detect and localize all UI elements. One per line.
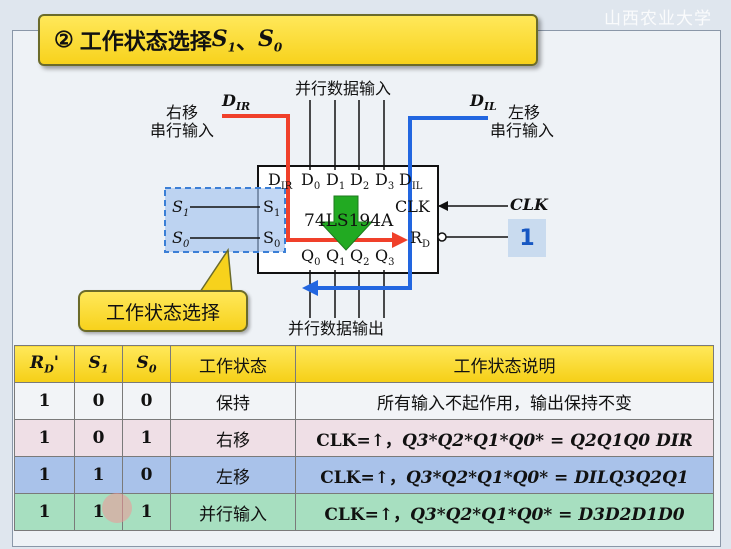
pin-clk: CLK [395,197,430,216]
cell-desc: CLK=↑，Q3*Q2*Q1*Q0* = D3D2D1D0 [295,493,714,531]
slide: 山西农业大学 ② 工作状态选择 S1 、 S0 并行数据输入 并行数据输出 右移… [0,0,731,549]
chip-name: 74LS194A [304,211,394,231]
pin-q3: Q3 [375,246,395,269]
cursor-highlight [102,493,132,523]
pin-dil: DIL [399,170,423,193]
pin-q2: Q2 [350,246,370,269]
shift-left-label: 左移 [508,103,541,122]
pin-s0: S0 [263,228,281,251]
mode-select-callout: 工作状态选择 [78,290,248,332]
clk-label: CLK [510,195,548,214]
pin-d3: D3 [375,170,395,193]
pin-q0: Q0 [301,246,321,269]
cell-s1: 1 [74,456,123,494]
parallel-output-lines [309,270,385,318]
shift-right-label: 右移 [166,103,199,122]
cell-s0: 0 [122,456,171,494]
cell-state: 并行输入 [170,493,296,531]
table-row: 1 0 0 保持 所有输入不起作用，输出保持不变 [14,382,714,420]
cell-s0: 1 [122,419,171,457]
dir-label: DIR [222,91,251,114]
parallel-output-label: 并行数据输出 [288,319,385,338]
cell-desc: 所有输入不起作用，输出保持不变 [295,382,714,420]
parallel-input-label: 并行数据输入 [295,79,392,98]
table-header-row: RD' S1 S0 工作状态 工作状态说明 [14,345,714,383]
cell-state: 保持 [170,382,296,420]
pin-d2: D2 [350,170,370,193]
cell-state: 左移 [170,456,296,494]
table-row: 1 1 0 左移 CLK=↑，Q3*Q2*Q1*Q0* = DILQ3Q2Q1 [14,456,714,494]
callout-pointer [198,247,233,293]
ext-s1-label: S1 [172,197,190,220]
header-rd: RD' [14,345,75,383]
rd-value-box: 1 [508,219,546,257]
cell-desc: CLK=↑，Q3*Q2*Q1*Q0* = Q2Q1Q0 DIR [295,419,714,457]
cell-rd: 1 [14,382,75,420]
header-state: 工作状态 [170,345,296,383]
shift-right-serial-label: 串行输入 [150,121,215,140]
pin-d0: D0 [301,170,321,193]
cell-state: 右移 [170,419,296,457]
parallel-input-lines [309,100,385,170]
pin-s1: S1 [263,197,281,220]
table-row: 1 0 1 右移 CLK=↑，Q3*Q2*Q1*Q0* = Q2Q1Q0 DIR [14,419,714,457]
cell-s0: 0 [122,382,171,420]
pin-rd: RD [410,228,431,251]
cell-rd: 1 [14,419,75,457]
clk-arrowhead [438,201,448,211]
cell-rd: 1 [14,456,75,494]
header-s1: S1 [74,345,123,383]
rd-bubble [437,232,447,242]
shift-left-serial-label: 串行输入 [490,121,555,140]
pin-q1: Q1 [326,246,346,269]
ext-s0-label: S0 [172,228,190,251]
cell-desc: CLK=↑，Q3*Q2*Q1*Q0* = DILQ3Q2Q1 [295,456,714,494]
cell-rd: 1 [14,493,75,531]
dil-label: DIL [470,91,497,114]
header-s0: S0 [122,345,171,383]
pin-d1: D1 [326,170,346,193]
header-desc: 工作状态说明 [295,345,714,383]
pin-dir: DIR [268,170,293,193]
cell-s1: 0 [74,419,123,457]
cell-s1: 0 [74,382,123,420]
